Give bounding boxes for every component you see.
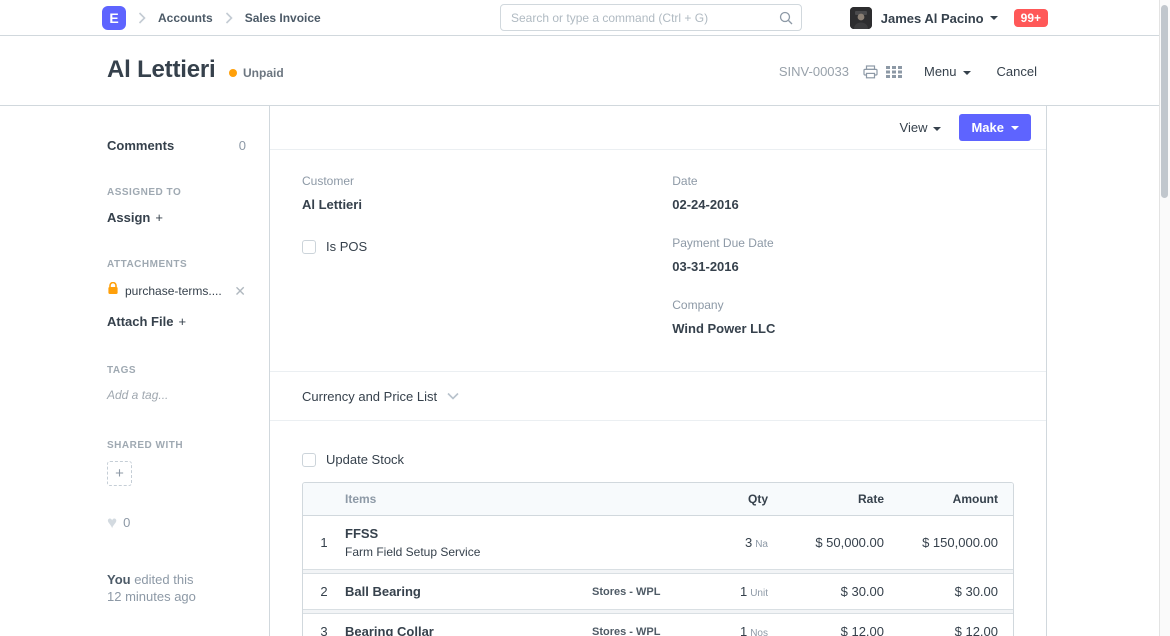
menu-button[interactable]: Menu (924, 64, 971, 79)
chevron-right-icon (138, 12, 146, 24)
table-row[interactable]: 2 Ball Bearing Stores - WPL 1Unit $ 30.0… (303, 574, 1013, 609)
item-code: FFSS (345, 526, 584, 541)
like-icon[interactable]: ♥ (107, 514, 117, 531)
caret-down-icon (1011, 126, 1019, 130)
print-icon[interactable] (863, 65, 878, 79)
plus-icon: + (178, 314, 186, 329)
tags-heading: TAGS (107, 365, 246, 376)
assign-button[interactable]: Assign+ (107, 210, 246, 225)
comments-count: 0 (239, 138, 246, 153)
make-button[interactable]: Make (959, 114, 1031, 141)
item-qty: 3Na (678, 535, 768, 550)
is-pos-checkbox[interactable] (302, 240, 316, 254)
status-indicator-dot (229, 69, 237, 77)
row-index: 1 (303, 535, 345, 550)
breadcrumb-item-accounts[interactable]: Accounts (158, 11, 213, 25)
item-uom: Nos (750, 628, 768, 636)
activity-item: You edited this 12 minutes ago (107, 571, 246, 605)
update-stock-checkbox[interactable] (302, 453, 316, 467)
company-label: Company (672, 298, 1014, 312)
chevron-right-icon (225, 12, 233, 24)
search-icon (779, 11, 793, 30)
notification-badge[interactable]: 99+ (1014, 9, 1048, 27)
item-description: Farm Field Setup Service (345, 545, 584, 559)
breadcrumb-item-sales-invoice[interactable]: Sales Invoice (245, 11, 321, 25)
attachment-name[interactable]: purchase-terms.... (125, 284, 228, 298)
payment-due-date-label: Payment Due Date (672, 236, 1014, 250)
caret-down-icon (990, 16, 998, 20)
lock-icon (107, 282, 119, 300)
update-stock-label: Update Stock (326, 452, 404, 467)
currency-section-toggle[interactable]: Currency and Price List (270, 371, 1046, 421)
item-rate: $ 50,000.00 (768, 535, 884, 550)
page-title: Al Lettieri (107, 56, 215, 84)
page-head: Al Lettieri Unpaid SINV-00033 Menu (0, 37, 1170, 106)
status-badge: Unpaid (229, 66, 284, 80)
cancel-button[interactable]: Cancel (997, 64, 1037, 79)
item-rate: $ 12.00 (768, 624, 884, 636)
company-value[interactable]: Wind Power LLC (672, 321, 1014, 336)
form-body: View Make Customer Al Lettieri Is POS (270, 106, 1047, 636)
item-code: Ball Bearing (345, 584, 584, 599)
item-amount: $ 12.00 (884, 624, 1013, 636)
view-button[interactable]: View (900, 120, 942, 135)
header-items: Items (345, 492, 592, 506)
attach-file-button[interactable]: Attach File+ (107, 314, 246, 329)
navbar: E Accounts Sales Invoice James Al Pacino… (0, 0, 1170, 36)
item-uom: Na (755, 539, 768, 550)
header-rate: Rate (768, 492, 884, 506)
table-row[interactable]: 3 Bearing Collar Stores - WPL 1Nos $ 12.… (303, 614, 1013, 636)
user-menu[interactable]: James Al Pacino (881, 11, 984, 26)
shared-with-heading: SHARED WITH (107, 440, 246, 451)
right-gutter (1047, 106, 1170, 636)
item-qty: 1Nos (678, 624, 768, 636)
assigned-to-heading: ASSIGNED TO (107, 187, 246, 198)
plus-icon: + (155, 210, 163, 225)
user-avatar[interactable] (850, 7, 872, 29)
search-input[interactable] (500, 4, 802, 31)
item-amount: $ 150,000.00 (884, 535, 1013, 550)
like-count: 0 (123, 515, 130, 530)
attachment-close-icon[interactable]: ✕ (234, 284, 246, 298)
doc-id: SINV-00033 (779, 64, 849, 79)
item-code: Bearing Collar (345, 624, 584, 636)
items-table: Items Qty Rate Amount 1 FFSS Farm Field … (302, 482, 1014, 636)
table-row[interactable]: 1 FFSS Farm Field Setup Service 3Na $ 50… (303, 516, 1013, 569)
share-add-button[interactable]: + (107, 461, 132, 486)
item-qty: 1Unit (678, 584, 768, 599)
row-index: 2 (303, 584, 345, 599)
attachments-heading: ATTACHMENTS (107, 259, 246, 270)
date-label: Date (672, 174, 1014, 188)
scrollbar-thumb[interactable] (1161, 5, 1168, 198)
erpnext-app: E Accounts Sales Invoice James Al Pacino… (0, 0, 1170, 636)
erpnext-logo[interactable]: E (102, 6, 126, 30)
scrollbar[interactable] (1159, 0, 1170, 636)
form-sidebar: Comments 0 ASSIGNED TO Assign+ ATTACHMEN… (0, 106, 270, 636)
item-warehouse: Stores - WPL (592, 586, 678, 598)
grid-report-icon[interactable] (886, 65, 902, 79)
chevron-down-icon (447, 392, 459, 400)
attachment-item[interactable]: purchase-terms.... ✕ (107, 282, 246, 300)
customer-value[interactable]: Al Lettieri (302, 197, 672, 212)
item-amount: $ 30.00 (884, 584, 1013, 599)
item-uom: Unit (750, 588, 768, 599)
caret-down-icon (933, 127, 941, 131)
breadcrumb: E Accounts Sales Invoice (102, 0, 321, 36)
header-amount: Amount (884, 492, 1013, 506)
header-qty: Qty (678, 492, 768, 506)
is-pos-label: Is POS (326, 239, 367, 254)
date-value[interactable]: 02-24-2016 (672, 197, 1014, 212)
customer-label: Customer (302, 174, 672, 188)
payment-due-date-value[interactable]: 03-31-2016 (672, 259, 1014, 274)
row-index: 3 (303, 624, 345, 636)
items-table-header: Items Qty Rate Amount (303, 483, 1013, 516)
item-warehouse: Stores - WPL (592, 626, 678, 636)
item-rate: $ 30.00 (768, 584, 884, 599)
comments-link[interactable]: Comments (107, 138, 174, 153)
caret-down-icon (963, 71, 971, 75)
add-tag-input[interactable]: Add a tag... (107, 388, 246, 402)
